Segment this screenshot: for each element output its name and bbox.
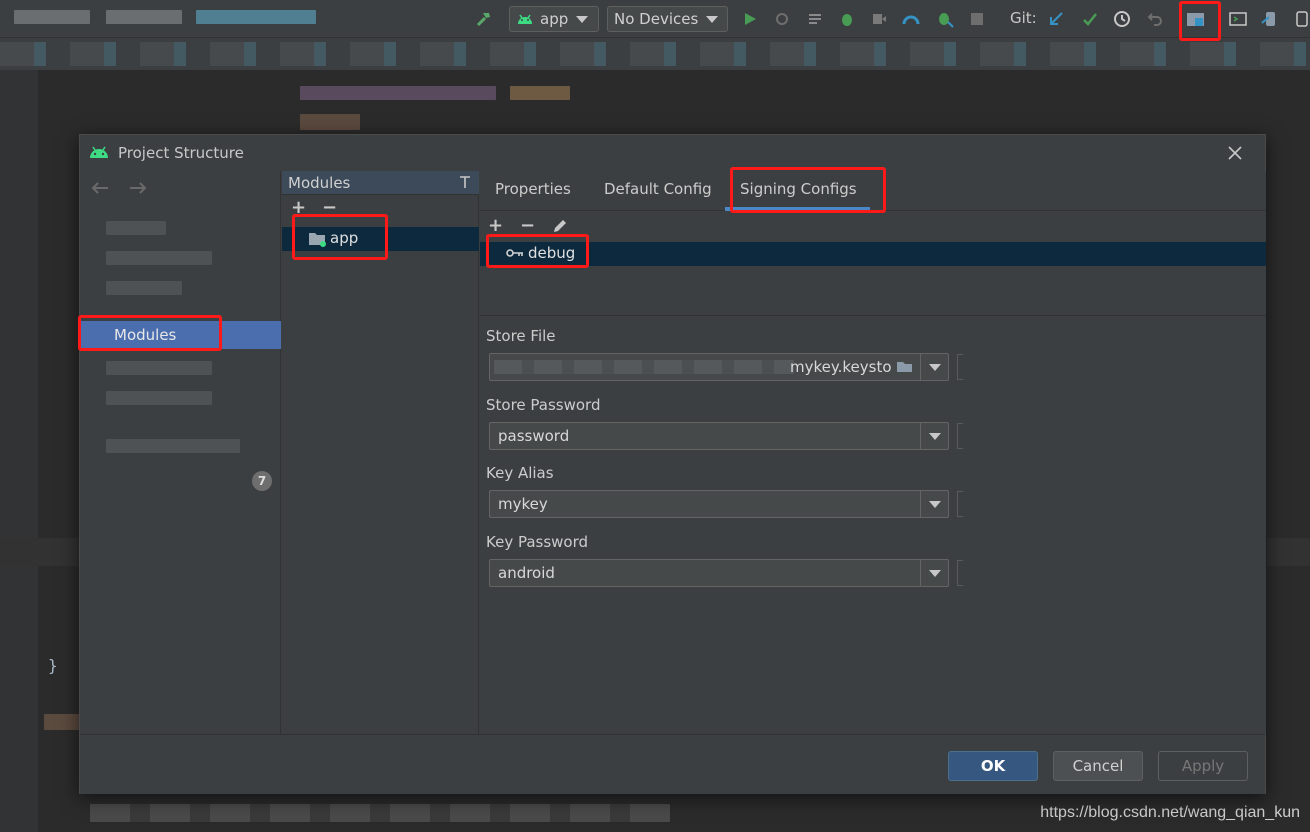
build-hammer-icon[interactable] — [474, 9, 494, 29]
blurred-text — [90, 804, 670, 822]
device-label: No Devices — [614, 10, 699, 28]
project-structure-dialog: Project Structure Modules 7 Modules + − — [79, 134, 1266, 794]
cancel-button[interactable]: Cancel — [1053, 751, 1143, 781]
blurred-text — [106, 10, 182, 24]
key-alias-field[interactable]: mykey — [489, 490, 949, 518]
dialog-title: Project Structure — [118, 144, 244, 162]
folder-open-icon[interactable] — [896, 360, 914, 374]
chevron-down-icon[interactable] — [920, 491, 948, 517]
forward-arrow-icon[interactable] — [128, 181, 148, 195]
ok-button[interactable]: OK — [948, 751, 1038, 781]
chevron-down-icon[interactable] — [920, 423, 948, 449]
debug-bug-icon[interactable] — [837, 9, 857, 29]
blurred-nav-item[interactable] — [106, 391, 212, 405]
add-signing-config-button[interactable]: + — [488, 217, 503, 235]
structure-nav: Modules 7 — [80, 171, 281, 734]
terminal-icon[interactable] — [1228, 9, 1248, 29]
store-password-field[interactable]: password — [489, 422, 949, 450]
field-edge — [957, 354, 963, 380]
highlight-app-module — [292, 214, 388, 260]
dialog-titlebar: Project Structure — [80, 135, 1265, 171]
device-manager-icon[interactable] — [1292, 9, 1310, 29]
blurred-text — [1267, 538, 1310, 566]
blurred-nav-item[interactable] — [106, 361, 212, 375]
problems-count-badge: 7 — [252, 471, 272, 491]
field-edge — [957, 423, 963, 449]
blurred-text — [44, 714, 84, 730]
watermark: https://blog.csdn.net/wang_qian_kun — [1040, 804, 1300, 821]
tab-default-config[interactable]: Default Config — [604, 180, 712, 198]
stop-icon[interactable] — [967, 9, 987, 29]
field-edge — [957, 491, 963, 517]
logcat-icon[interactable] — [805, 9, 825, 29]
blurred-text — [300, 114, 360, 130]
tab-properties[interactable]: Properties — [495, 180, 571, 198]
android-icon — [518, 14, 532, 24]
blurred-text — [14, 10, 90, 24]
signing-config-row-debug[interactable]: debug — [480, 242, 1266, 266]
edit-pencil-icon[interactable] — [552, 218, 568, 234]
blurred-nav-item[interactable] — [106, 439, 240, 453]
apply-button[interactable]: Apply — [1158, 751, 1248, 781]
run-config-label: app — [540, 10, 569, 28]
blurred-text — [196, 10, 316, 24]
key-alias-value: mykey — [498, 495, 548, 513]
highlight-debug-config — [486, 234, 589, 268]
store-file-field[interactable]: mykey.keysto — [489, 353, 949, 381]
apply-changes-icon[interactable] — [772, 9, 792, 29]
highlight-signing-configs-tab — [730, 167, 886, 213]
git-rollback-icon[interactable] — [1145, 9, 1165, 29]
modules-panel-header: Modules — [282, 171, 479, 195]
key-password-field[interactable]: android — [489, 559, 949, 587]
blurred-nav-item[interactable] — [106, 251, 212, 265]
blurred-nav-item[interactable] — [106, 281, 182, 295]
store-file-label: Store File — [486, 327, 556, 345]
store-password-value: password — [498, 427, 570, 445]
attach-debugger-icon[interactable] — [869, 9, 889, 29]
profiler-icon[interactable] — [901, 9, 921, 29]
key-alias-label: Key Alias — [486, 464, 554, 482]
code-closing-brace: } — [48, 656, 58, 675]
avd-manager-icon[interactable] — [1260, 9, 1280, 29]
back-arrow-icon[interactable] — [90, 181, 110, 195]
modules-panel-title: Modules — [288, 174, 351, 192]
blurred-text — [0, 538, 79, 566]
git-update-icon[interactable] — [1046, 9, 1066, 29]
chevron-down-icon — [706, 15, 719, 23]
pin-icon[interactable] — [459, 175, 471, 189]
signing-config-toolbar: + − — [480, 212, 1266, 242]
blurred-text — [510, 86, 570, 100]
blurred-nav-item[interactable] — [106, 221, 166, 235]
signing-config-list: debug — [480, 242, 1266, 316]
store-file-value: mykey.keysto — [790, 358, 892, 376]
run-icon[interactable] — [740, 9, 760, 29]
android-icon — [90, 146, 108, 158]
highlight-modules-nav — [78, 315, 222, 351]
git-commit-icon[interactable] — [1080, 9, 1100, 29]
git-label: Git: — [1010, 9, 1037, 27]
editor-gutter — [0, 70, 38, 832]
module-settings: Properties Default Config Signing Config… — [480, 171, 1266, 734]
git-history-icon[interactable] — [1112, 9, 1132, 29]
editor-tabs-blurred — [0, 38, 1310, 70]
chevron-down-icon[interactable] — [920, 560, 948, 586]
key-password-value: android — [498, 564, 555, 582]
run-config-select[interactable]: app — [509, 6, 599, 32]
sync-gradle-icon[interactable] — [935, 9, 955, 29]
close-icon[interactable] — [1225, 143, 1245, 163]
key-password-label: Key Password — [486, 533, 589, 551]
device-select[interactable]: No Devices — [607, 6, 728, 32]
chevron-down-icon[interactable] — [920, 354, 948, 380]
remove-signing-config-button[interactable]: − — [520, 217, 535, 235]
nav-back-forward[interactable] — [90, 179, 148, 200]
blurred-path — [494, 360, 794, 374]
dialog-footer: OK Cancel Apply — [80, 734, 1265, 794]
store-password-label: Store Password — [486, 396, 601, 414]
highlight-project-structure — [1179, 1, 1221, 41]
field-edge — [957, 560, 963, 586]
chevron-down-icon — [576, 15, 589, 23]
blurred-text — [300, 86, 496, 100]
ide-toolbar: app No Devices Git: — [0, 0, 1310, 38]
